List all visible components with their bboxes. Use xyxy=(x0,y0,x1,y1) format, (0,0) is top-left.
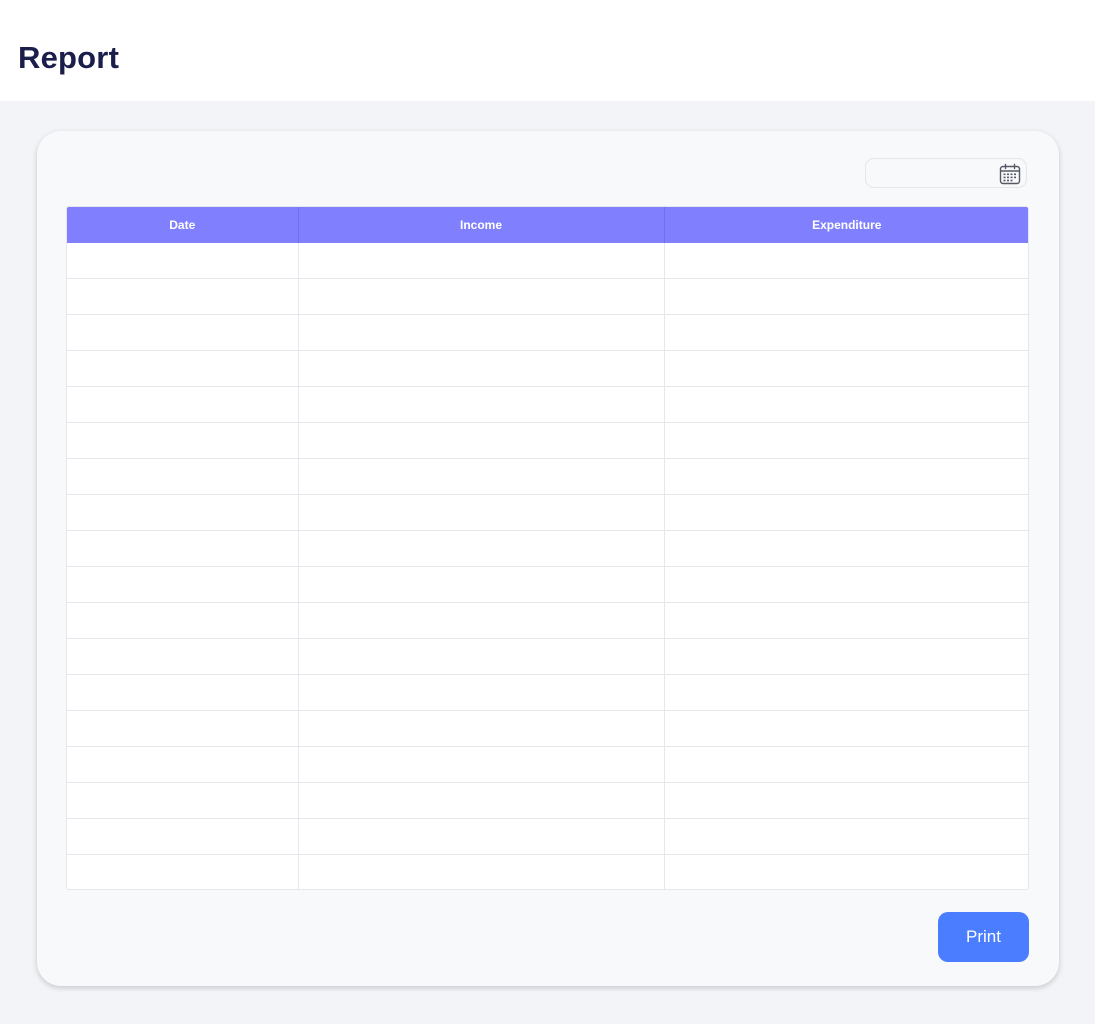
table-cell xyxy=(298,710,665,747)
table-cell xyxy=(298,674,665,711)
table-cell xyxy=(298,494,665,531)
table-cell xyxy=(298,314,665,351)
table-cell xyxy=(67,746,299,783)
table-cell xyxy=(298,278,665,315)
table-cell xyxy=(298,566,665,603)
table-row[interactable] xyxy=(67,422,1028,459)
table-row[interactable] xyxy=(67,854,1028,889)
table-cell xyxy=(67,458,299,495)
table-cell xyxy=(664,278,1028,315)
table-row[interactable] xyxy=(67,314,1028,351)
report-table: Date Income Expenditure xyxy=(66,206,1029,890)
table-cell xyxy=(298,530,665,567)
table-cell xyxy=(664,710,1028,747)
table-cell xyxy=(67,566,299,603)
table-cell xyxy=(298,818,665,855)
table-cell xyxy=(664,458,1028,495)
table-cell xyxy=(664,782,1028,819)
table-row[interactable] xyxy=(67,386,1028,423)
table-cell xyxy=(664,243,1028,279)
table-cell xyxy=(67,530,299,567)
table-cell xyxy=(298,782,665,819)
table-row[interactable] xyxy=(67,350,1028,387)
column-header-expenditure[interactable]: Expenditure xyxy=(664,207,1028,243)
table-cell xyxy=(67,710,299,747)
table-row[interactable] xyxy=(67,243,1028,279)
table-cell xyxy=(664,638,1028,675)
table-cell xyxy=(67,243,299,279)
table-cell xyxy=(67,674,299,711)
table-cell xyxy=(67,638,299,675)
table-row[interactable] xyxy=(67,746,1028,783)
table-row[interactable] xyxy=(67,602,1028,639)
table-cell xyxy=(664,422,1028,459)
table-row[interactable] xyxy=(67,782,1028,819)
report-card: Date Income Expenditure Print xyxy=(37,131,1059,986)
table-cell xyxy=(664,350,1028,387)
table-cell xyxy=(664,818,1028,855)
calendar-icon[interactable] xyxy=(998,162,1022,186)
table-cell xyxy=(664,674,1028,711)
table-row[interactable] xyxy=(67,566,1028,603)
table-cell xyxy=(67,386,299,423)
table-row[interactable] xyxy=(67,458,1028,495)
table-cell xyxy=(664,854,1028,889)
table-cell xyxy=(67,818,299,855)
table-cell xyxy=(67,314,299,351)
table-header-row: Date Income Expenditure xyxy=(67,207,1028,243)
table-cell xyxy=(664,386,1028,423)
table-cell xyxy=(664,314,1028,351)
table-cell xyxy=(298,638,665,675)
table-cell xyxy=(298,350,665,387)
table-row[interactable] xyxy=(67,638,1028,675)
table-cell xyxy=(298,243,665,279)
table-row[interactable] xyxy=(67,674,1028,711)
table-cell xyxy=(664,746,1028,783)
table-cell xyxy=(67,602,299,639)
page-title: Report xyxy=(18,40,120,75)
table-cell xyxy=(67,854,299,889)
table-cell xyxy=(664,566,1028,603)
table-cell xyxy=(67,782,299,819)
table-cell xyxy=(298,602,665,639)
table-cell xyxy=(298,386,665,423)
column-header-date[interactable]: Date xyxy=(67,207,299,243)
table-cell xyxy=(298,854,665,889)
table-cell xyxy=(664,530,1028,567)
table-row[interactable] xyxy=(67,818,1028,855)
table-cell xyxy=(298,422,665,459)
date-picker[interactable] xyxy=(865,158,1027,188)
table-cell xyxy=(664,602,1028,639)
table-cell xyxy=(664,494,1028,531)
table-cell xyxy=(67,494,299,531)
table-body xyxy=(67,243,1028,889)
table-cell xyxy=(67,278,299,315)
table-cell xyxy=(298,746,665,783)
date-input[interactable] xyxy=(874,163,996,185)
page-header: Report xyxy=(0,0,1095,101)
print-button[interactable]: Print xyxy=(938,912,1029,962)
table-row[interactable] xyxy=(67,530,1028,567)
table-cell xyxy=(67,422,299,459)
table-cell xyxy=(298,458,665,495)
table-row[interactable] xyxy=(67,278,1028,315)
table-row[interactable] xyxy=(67,494,1028,531)
table-row[interactable] xyxy=(67,710,1028,747)
table-cell xyxy=(67,350,299,387)
column-header-income[interactable]: Income xyxy=(298,207,665,243)
